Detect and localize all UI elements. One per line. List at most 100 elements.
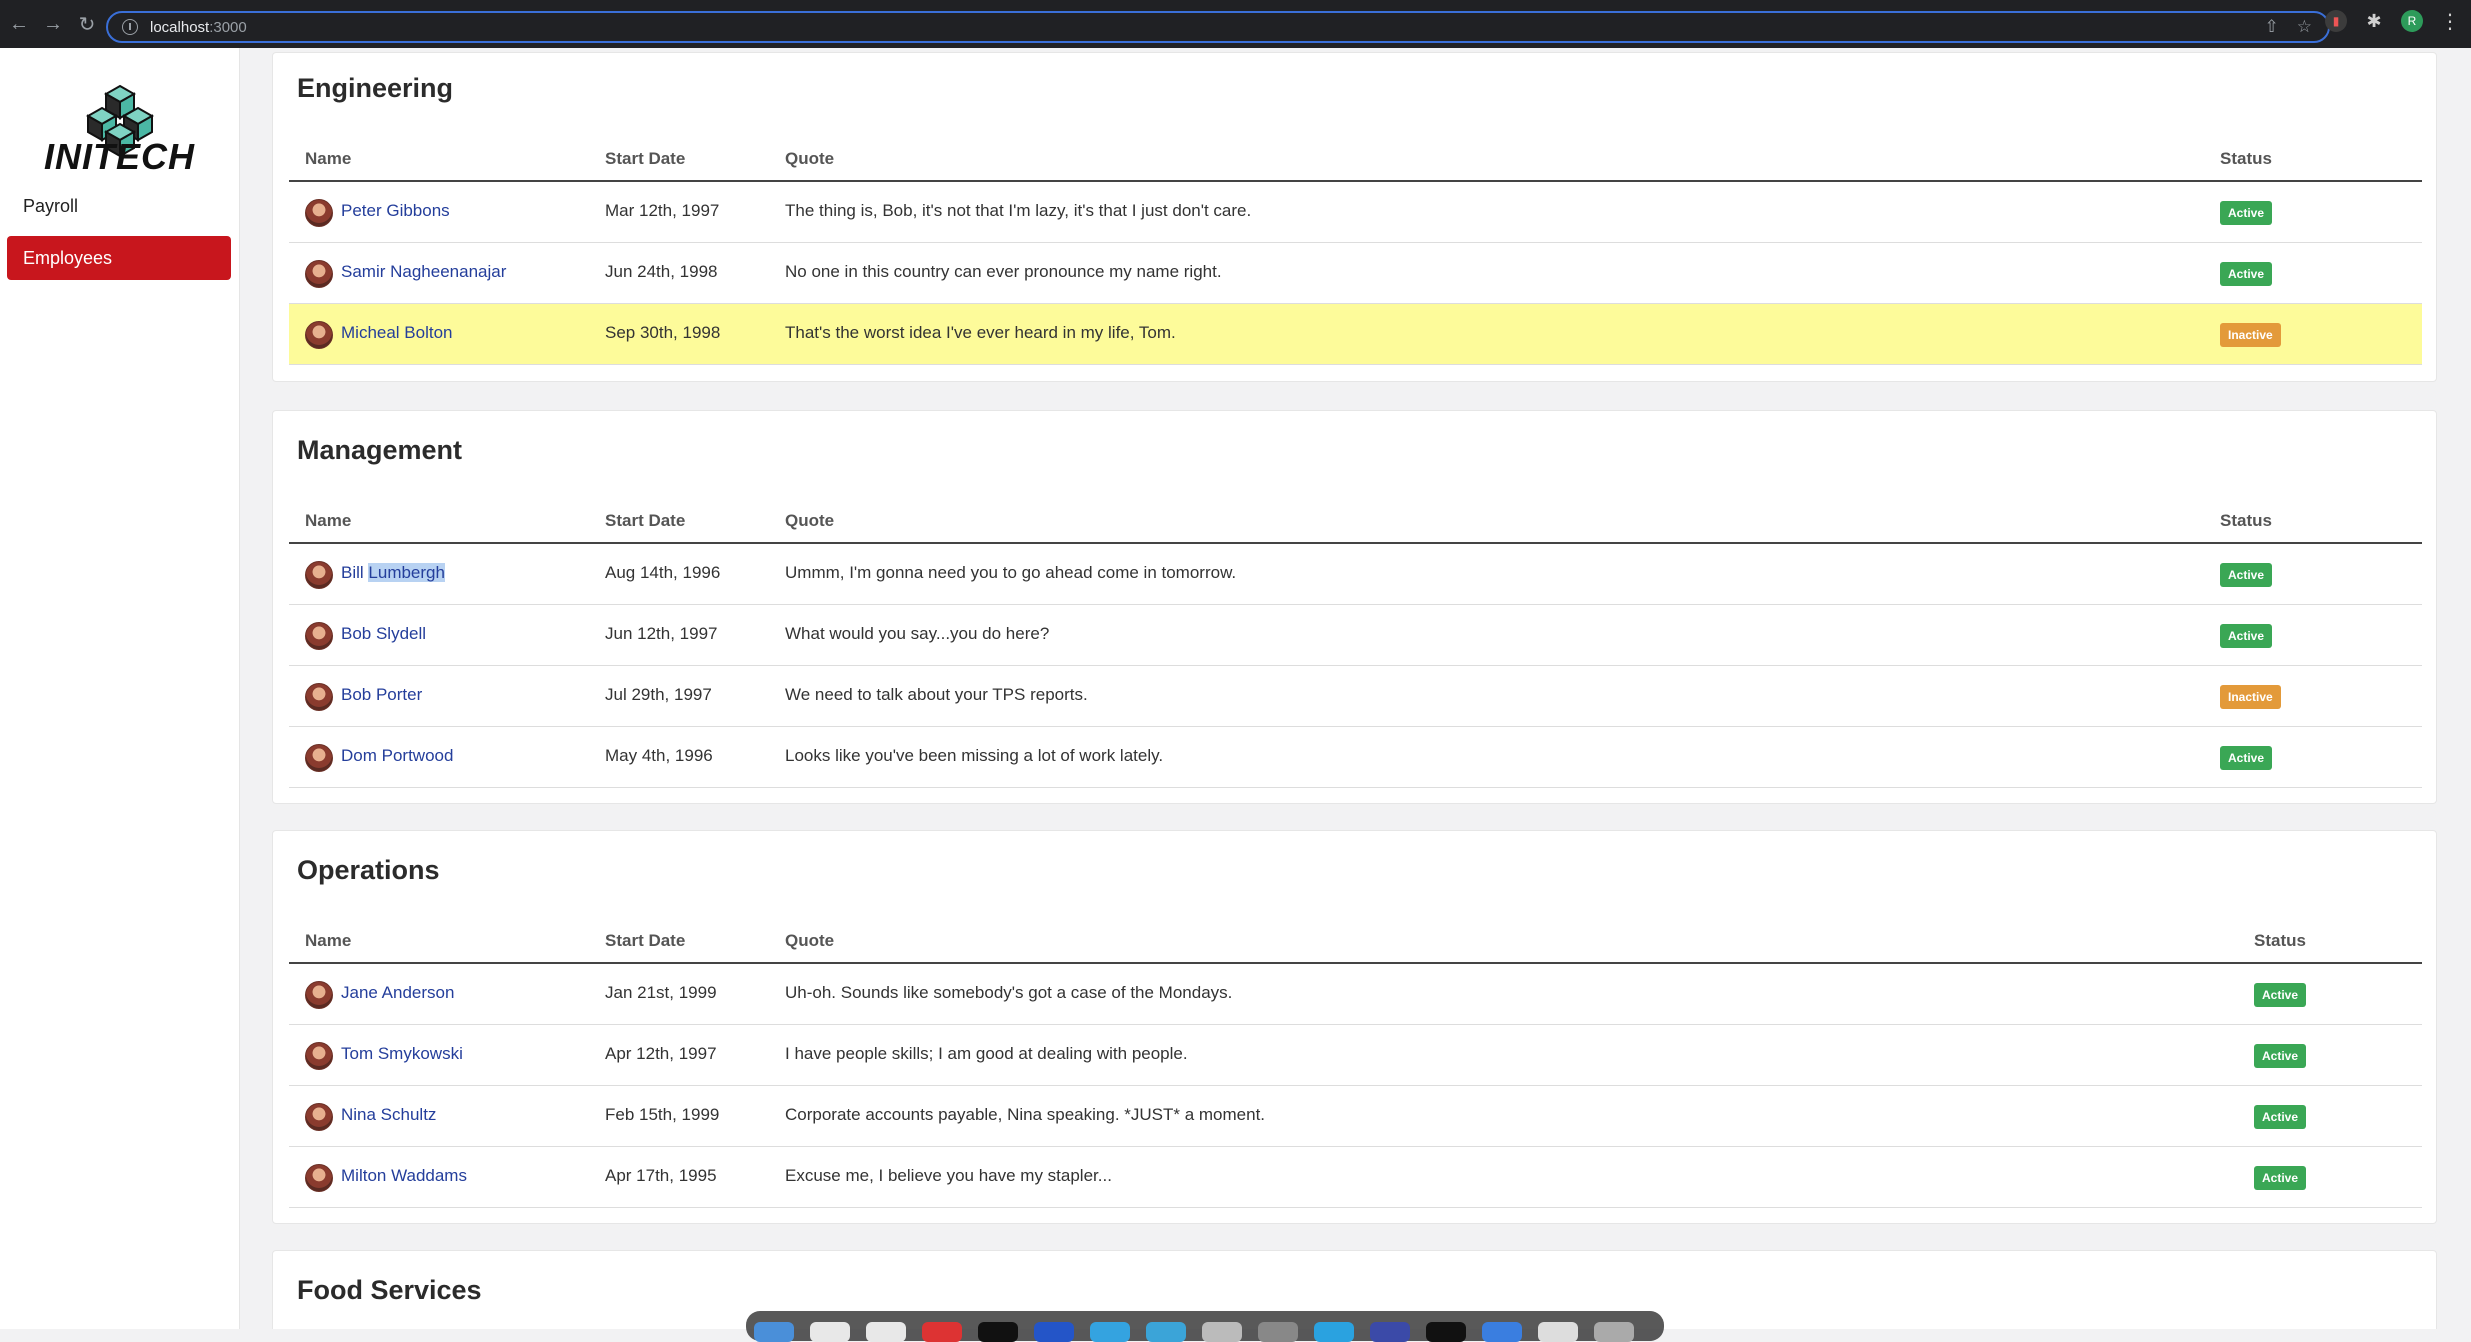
dock-app-icon[interactable] [1146,1322,1186,1342]
employee-name-link[interactable]: Dom Portwood [341,746,453,766]
sidebar-item-employees[interactable]: Employees [7,236,231,280]
dock-app-icon[interactable] [1482,1322,1522,1342]
dock-app-icon[interactable] [1538,1322,1578,1342]
table-row[interactable]: Bill Lumbergh Aug 14th, 1996 Ummm, I'm gon… [289,544,2422,605]
dock-app-icon[interactable] [1034,1322,1074,1342]
dock-app-icon[interactable] [810,1322,850,1342]
quote-text: Excuse me, I believe you have my stapler… [785,1166,1112,1185]
dock-app-icon[interactable] [978,1322,1018,1342]
employee-name-link[interactable]: Tom Smykowski [341,1044,463,1064]
column-header-quote[interactable]: Quote [785,931,834,951]
start-date: Sep 30th, 1998 [605,323,721,342]
status-badge: Active [2254,1105,2307,1129]
dock-app-icon[interactable] [922,1322,962,1342]
column-header-quote[interactable]: Quote [785,511,834,531]
column-header-name[interactable]: Name [305,931,351,951]
address-bar[interactable]: localhost:3000 ⇧ ☆ [106,11,2330,43]
avatar [305,981,333,1009]
section-title: Engineering [297,73,454,103]
dock-app-icon[interactable] [1090,1322,1130,1342]
start-date: Jan 21st, 1999 [605,983,717,1002]
employee-first-name: Bill [341,563,364,582]
employee-name-link[interactable]: Nina Schultz [341,1105,436,1125]
status-badge: Active [2220,624,2273,648]
employee-name-link[interactable]: Jane Anderson [341,983,454,1003]
bookmark-star-icon[interactable]: ☆ [2297,17,2312,37]
extension-icon[interactable]: ▮ [2325,10,2347,32]
browser-toolbar: ← → ↻ localhost:3000 ⇧ ☆ ▮ ✱ R ⋮ [0,0,2471,48]
avatar [305,1164,333,1192]
browser-menu-icon[interactable]: ⋮ [2439,10,2461,33]
start-date: Apr 12th, 1997 [605,1044,717,1063]
quote-text: No one in this country can ever pronounc… [785,262,1222,281]
status-badge: Inactive [2220,685,2281,709]
start-date: Aug 14th, 1996 [605,563,721,582]
section-card: Engineering Name Start Date Quote Status Pete… [272,52,2437,382]
table-row[interactable]: Nina Schultz Feb 15th, 1999 Corporate acco… [289,1086,2422,1147]
employee-name-link[interactable]: Bob Slydell [341,624,426,644]
quote-text: What would you say...you do here? [785,624,1050,643]
column-header-status[interactable]: Status [2254,931,2306,951]
employee-name-link[interactable]: Samir Nagheenanajar [341,262,506,282]
dock [746,1311,1664,1342]
table-row[interactable]: Bob Porter Jul 29th, 1997 We need to talk … [289,666,2422,727]
table-row[interactable]: Tom Smykowski Apr 12th, 1997 I have people… [289,1025,2422,1086]
back-icon[interactable]: ← [4,9,34,39]
avatar [305,561,333,589]
employee-name-link[interactable]: Milton Waddams [341,1166,467,1186]
dock-app-icon[interactable] [754,1322,794,1342]
column-header-start-date[interactable]: Start Date [605,149,685,169]
section-title: Food Services [297,1275,482,1305]
table-row[interactable]: Dom Portwood May 4th, 1996 Looks like you'… [289,727,2422,788]
avatar [305,1042,333,1070]
avatar [305,683,333,711]
sidebar-item-payroll[interactable]: Payroll [7,184,231,228]
employee-name-link[interactable]: Peter Gibbons [341,201,450,221]
quote-text: Looks like you've been missing a lot of … [785,746,1164,765]
table-row[interactable]: Samir Nagheenanajar Jun 24th, 1998 No one … [289,243,2422,304]
url-host: localhost [150,18,210,36]
site-info-icon[interactable] [122,19,138,35]
employee-table: Name Start Date Quote Status Jane Anderson Ja… [289,919,2422,1208]
profile-avatar[interactable]: R [2401,10,2423,32]
employee-name-link[interactable]: Bill Lumbergh [341,563,445,583]
dock-app-icon[interactable] [1258,1322,1298,1342]
column-header-name[interactable]: Name [305,149,351,169]
quote-text: Ummm, I'm gonna need you to go ahead com… [785,563,1237,582]
status-badge: Active [2254,983,2307,1007]
share-icon[interactable]: ⇧ [2265,17,2279,37]
avatar [305,321,333,349]
table-row[interactable]: Micheal Bolton Sep 30th, 1998 That's the w… [289,304,2422,365]
column-header-name[interactable]: Name [305,511,351,531]
table-row[interactable]: Milton Waddams Apr 17th, 1995 Excuse me, I… [289,1147,2422,1208]
reload-icon[interactable]: ↻ [72,9,102,39]
column-header-start-date[interactable]: Start Date [605,511,685,531]
dock-app-icon[interactable] [1314,1322,1354,1342]
dock-app-icon[interactable] [1594,1322,1634,1342]
start-date: Apr 17th, 1995 [605,1166,717,1185]
column-header-status[interactable]: Status [2220,511,2272,531]
column-header-status[interactable]: Status [2220,149,2272,169]
table-row[interactable]: Peter Gibbons Mar 12th, 1997 The thing is,… [289,182,2422,243]
avatar [305,260,333,288]
column-header-start-date[interactable]: Start Date [605,931,685,951]
column-header-quote[interactable]: Quote [785,149,834,169]
sidebar: INITECH Payroll Employees [0,48,240,1329]
logo-wordmark: INITECH [44,136,195,177]
table-row[interactable]: Jane Anderson Jan 21st, 1999 Uh-oh. Sounds… [289,964,2422,1025]
employee-name-link[interactable]: Micheal Bolton [341,323,453,343]
employee-name-link[interactable]: Bob Porter [341,685,422,705]
start-date: Jul 29th, 1997 [605,685,712,704]
section-card: Management Name Start Date Quote Status Bill … [272,410,2437,804]
forward-icon[interactable]: → [38,9,68,39]
quote-text: The thing is, Bob, it's not that I'm laz… [785,201,1252,220]
table-header: Name Start Date Quote Status [289,919,2422,964]
avatar [305,622,333,650]
extensions-puzzle-icon[interactable]: ✱ [2363,10,2385,32]
start-date: Jun 24th, 1998 [605,262,718,281]
dock-app-icon[interactable] [866,1322,906,1342]
dock-app-icon[interactable] [1426,1322,1466,1342]
dock-app-icon[interactable] [1370,1322,1410,1342]
table-row[interactable]: Bob Slydell Jun 12th, 1997 What would you … [289,605,2422,666]
dock-app-icon[interactable] [1202,1322,1242,1342]
